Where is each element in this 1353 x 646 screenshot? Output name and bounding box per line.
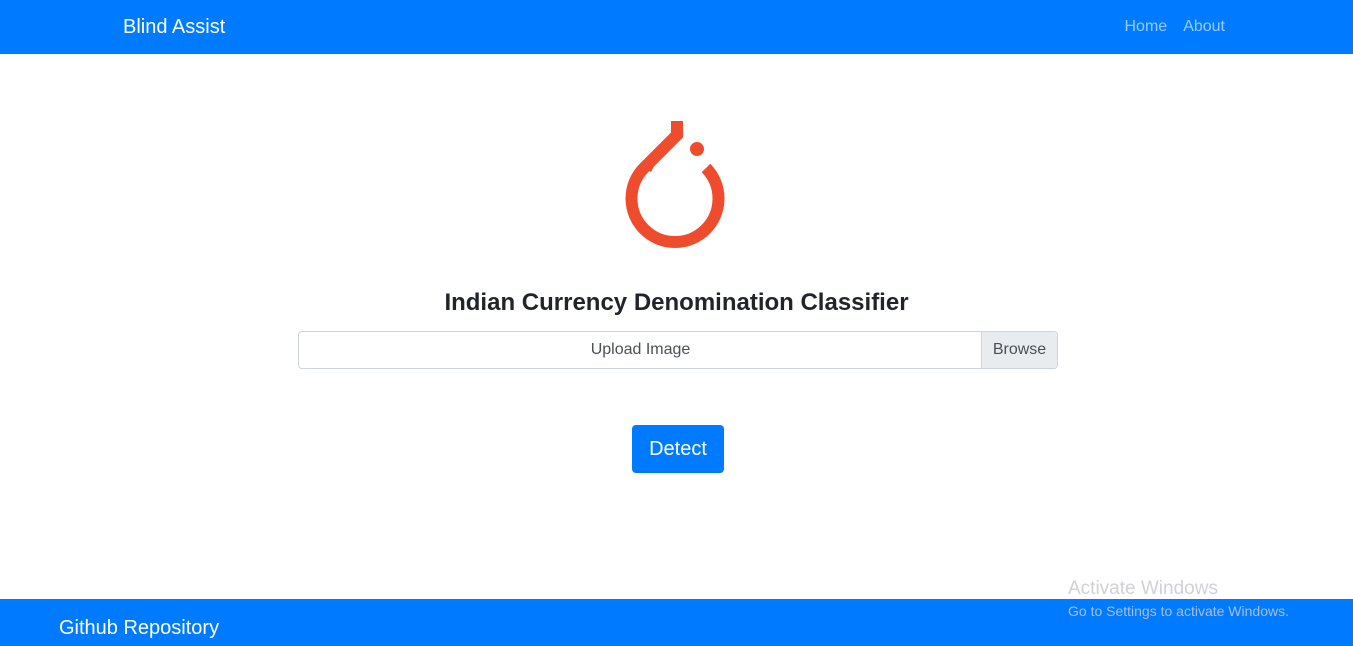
footer: Github Repository xyxy=(0,599,1353,646)
page-title: Indian Currency Denomination Classifier xyxy=(444,289,909,316)
watermark-title: Activate Windows xyxy=(1068,578,1218,599)
nav-link-about[interactable]: About xyxy=(1183,17,1225,37)
github-repository-link[interactable]: Github Repository xyxy=(59,615,219,641)
nav-links: Home About xyxy=(1125,17,1226,37)
nav-link-home[interactable]: Home xyxy=(1125,17,1168,37)
brand-link[interactable]: Blind Assist xyxy=(123,14,225,40)
upload-image-label[interactable]: Upload Image xyxy=(299,332,982,368)
navbar: Blind Assist Home About xyxy=(0,0,1353,54)
detect-button[interactable]: Detect xyxy=(632,425,724,473)
browse-button[interactable]: Browse xyxy=(981,332,1057,368)
upload-image-input[interactable]: Upload Image Browse xyxy=(298,331,1058,369)
pytorch-flame-icon xyxy=(618,118,738,254)
